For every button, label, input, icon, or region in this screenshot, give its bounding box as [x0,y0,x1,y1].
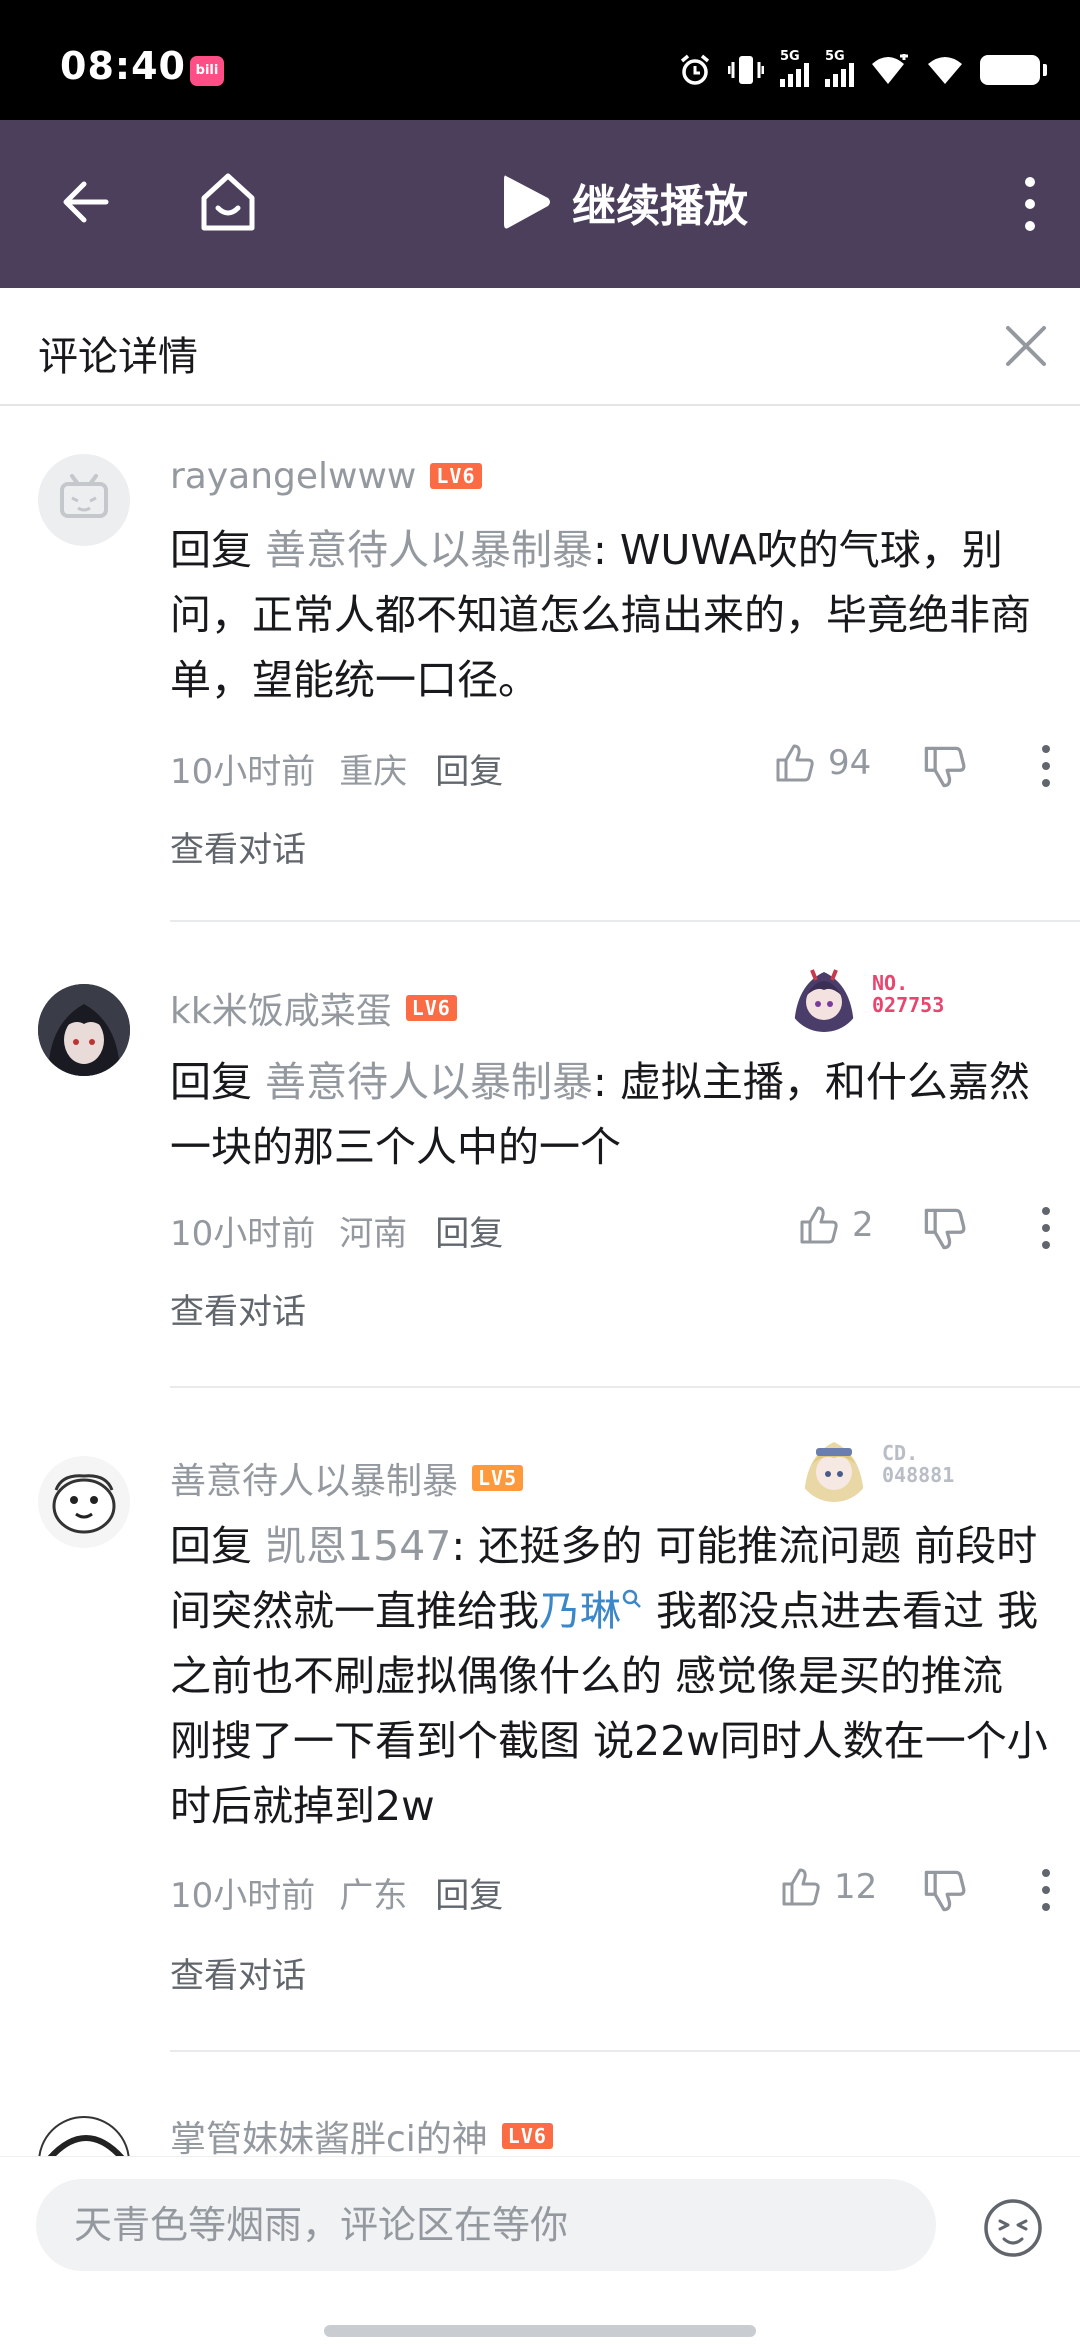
status-bar: 08:40 bili 5G 5G [0,0,1080,120]
reply-button[interactable]: 回复 [435,1206,503,1255]
comment-item: rayangelwww LV6 回复 善意待人以暴制暴: WUWA吹的气球，别问… [0,406,1080,922]
comment-location: 河南 [339,1214,408,1254]
reply-button[interactable]: 回复 [435,1868,503,1917]
comment-item: 掌管妹妹酱胖ci的神 LV6 [0,2052,1080,2156]
like-count: 94 [828,743,872,783]
comment-meta: 10小时前 重庆 回复 [170,744,503,793]
more-vertical-icon[interactable] [1040,1206,1052,1250]
comment-time: 10小时前 [170,1876,316,1916]
username[interactable]: 善意待人以暴制暴 [170,1452,458,1504]
level-badge: LV6 [501,2123,553,2149]
comment-meta: 10小时前 河南 回复 [170,1206,503,1255]
fan-badge[interactable]: CD. 048881 [796,1426,954,1502]
view-conversation-link[interactable]: 查看对话 [170,1948,306,1997]
more-vertical-icon[interactable] [1040,744,1052,788]
status-time: 08:40 [60,44,186,88]
fan-badge-number: CD. 048881 [882,1441,955,1487]
signal-icon: 5G [780,49,809,87]
avatar-image [47,2135,125,2156]
fan-badge-image [796,1426,872,1502]
comment-detail-header: 评论详情 [0,288,1080,406]
like-button[interactable]: 2 [798,1204,874,1246]
reply-target[interactable]: 善意待人以暴制暴 [265,1058,593,1106]
username-row: 掌管妹妹酱胖ci的神 LV6 [170,2112,553,2156]
wifi-icon [928,57,962,84]
vibrate-icon [728,56,764,84]
status-icons: 5G 5G [678,48,1047,92]
like-count: 12 [834,1867,878,1907]
thumbs-up-icon [776,744,814,782]
panel-title: 评论详情 [38,334,198,380]
avatar[interactable] [38,2116,130,2156]
comment-text: 回复 善意待人以暴制暴: WUWA吹的气球，别问，正常人都不知道怎么搞出来的，毕… [170,526,1031,704]
comment-location: 重庆 [339,752,408,792]
comment-item: 善意待人以暴制暴 LV5 CD. 048881 回复 凯恩1547: 还挺多的 … [0,1388,1080,2052]
thumbs-down-icon[interactable] [922,1206,968,1252]
search-keyword-link[interactable]: 乃琳 [539,1587,643,1635]
avatar-image [38,1456,130,1548]
battery-icon [980,55,1047,85]
home-icon[interactable] [196,168,260,236]
fan-badge[interactable]: NO. 027753 [786,956,944,1032]
comment-time: 10小时前 [170,752,316,792]
avatar-image [38,984,130,1076]
more-vertical-icon[interactable] [1040,1868,1052,1912]
continue-play-button[interactable]: 继续播放 [500,170,748,234]
video-toolbar: 继续播放 [0,120,1080,288]
reply-target[interactable]: 善意待人以暴制暴 [265,526,593,574]
level-badge: LV6 [430,463,482,489]
username[interactable]: kk米饭咸菜蛋 [170,982,392,1034]
like-button[interactable]: 12 [780,1866,877,1908]
username-row: rayangelwww LV6 [170,452,482,500]
default-avatar-icon [60,474,108,518]
thumbs-up-icon [800,1206,838,1244]
signal-icon: 5G [825,49,854,87]
bilibili-app-icon: bili [190,56,224,86]
fan-badge-image [786,956,862,1032]
username[interactable]: rayangelwww [170,456,416,497]
comment-location: 广东 [339,1876,408,1916]
back-arrow-icon[interactable] [54,170,118,234]
wifi-plus-icon [872,54,908,84]
like-button[interactable]: 94 [774,742,871,784]
level-badge: LV6 [405,995,457,1021]
reply-target[interactable]: 凯恩1547 [265,1522,451,1570]
comment-input-bar: 天青色等烟雨，评论区在等你 [0,2156,1080,2344]
continue-play-label: 继续播放 [572,181,748,232]
alarm-icon [680,54,710,85]
username-row: kk米饭咸菜蛋 LV6 [170,984,457,1032]
username[interactable]: 掌管妹妹酱胖ci的神 [170,2110,488,2156]
close-icon[interactable] [998,318,1054,374]
view-conversation-link[interactable]: 查看对话 [170,822,306,871]
comment-meta: 10小时前 广东 回复 [170,1868,503,1917]
username-row: 善意待人以暴制暴 LV5 [170,1452,524,1504]
emoji-icon[interactable] [982,2197,1044,2259]
search-icon [622,1590,641,1609]
reply-button[interactable]: 回复 [435,744,503,793]
play-icon [504,175,550,229]
thumbs-down-icon[interactable] [922,744,968,790]
fan-badge-number: NO. 027753 [872,971,945,1017]
avatar[interactable] [38,984,130,1076]
avatar[interactable] [38,1456,130,1548]
comment-time: 10小时前 [170,1214,316,1254]
comment-text: 回复 凯恩1547: 还挺多的 可能推流问题 前段时间突然就一直推给我乃琳 我都… [170,1522,1048,1830]
comment-input[interactable]: 天青色等烟雨，评论区在等你 [36,2179,936,2271]
like-count: 2 [852,1205,874,1245]
comment-text: 回复 善意待人以暴制暴: 虚拟主播，和什么嘉然一块的那三个人中的一个 [170,1058,1030,1171]
thumbs-down-icon[interactable] [922,1868,968,1914]
level-badge: LV5 [472,1465,524,1491]
home-indicator[interactable] [324,2325,756,2337]
comment-item: kk米饭咸菜蛋 LV6 NO. 027753 回复 善意待人以暴制暴: 虚拟主播… [0,922,1080,1388]
more-vertical-icon[interactable] [1020,176,1040,232]
thumbs-up-icon [782,1868,820,1906]
view-conversation-link[interactable]: 查看对话 [170,1284,306,1333]
avatar[interactable] [38,454,130,546]
